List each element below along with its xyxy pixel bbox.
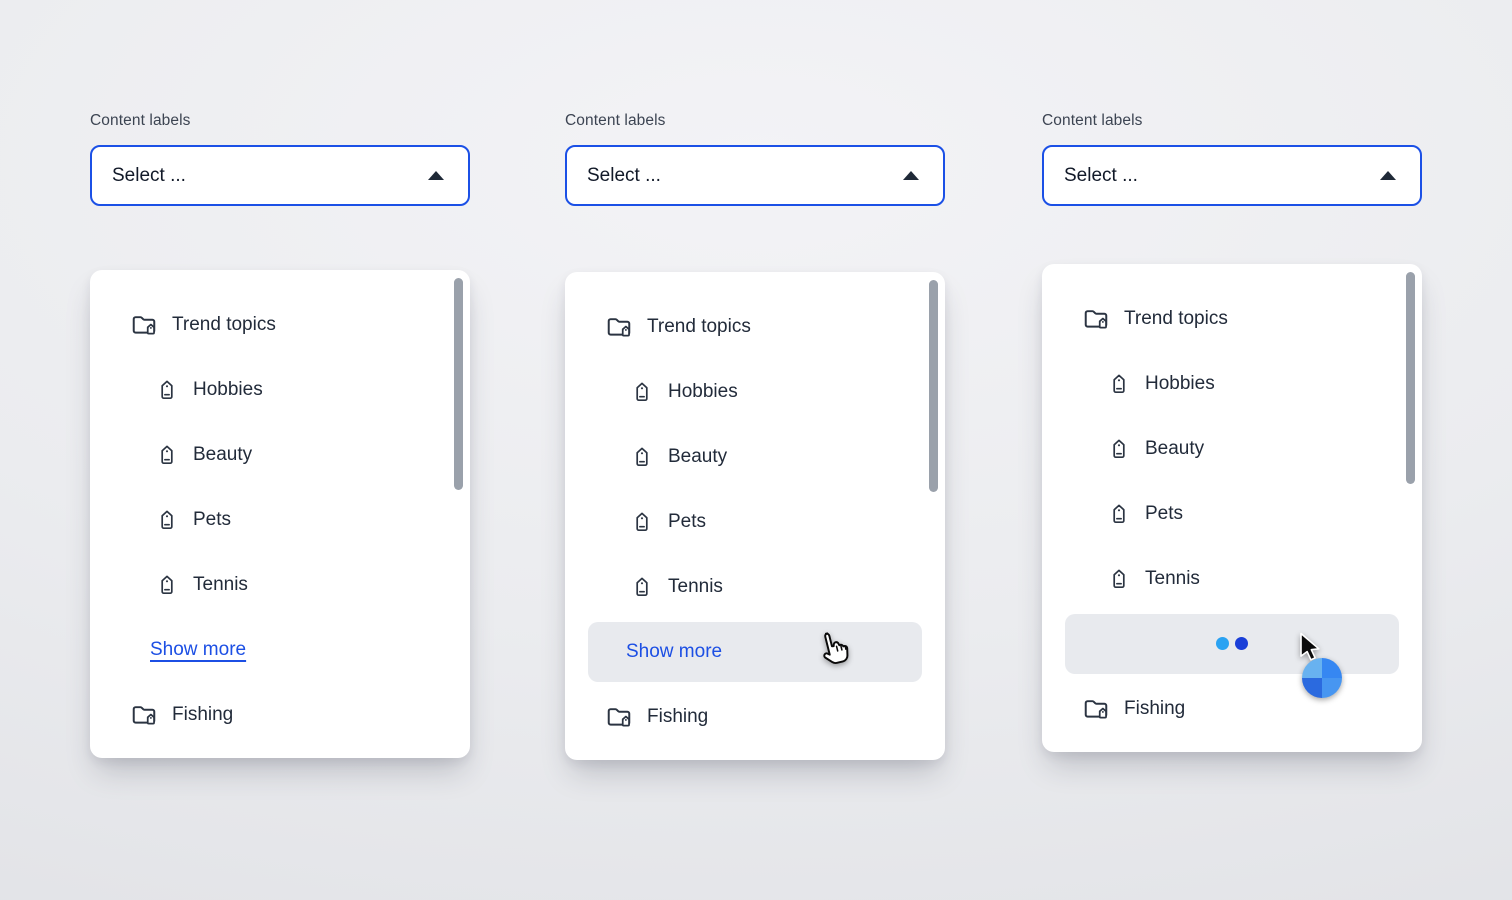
content-labels-widget-3: Content labels Select ... Trend topics H… [1042,112,1422,752]
list-item-tennis[interactable]: Tennis [1042,546,1422,611]
item-label: Trend topics [647,316,751,338]
tag-icon [1107,502,1145,526]
content-labels-widget-2: Content labels Select ... Trend topics H… [565,112,945,760]
folder-tag-icon [130,701,172,729]
list-item-hobbies[interactable]: Hobbies [1042,351,1422,416]
tag-icon [155,508,193,532]
item-label: Fishing [172,704,233,726]
list-item-fishing[interactable]: Fishing [90,682,470,747]
item-label: Hobbies [668,381,738,403]
dropdown-panel: Trend topics Hobbies Beauty Pets Tennis [1042,264,1422,752]
list-item-tennis[interactable]: Tennis [90,552,470,617]
folder-tag-icon [1082,695,1124,723]
loading-dots-icon [1216,637,1248,650]
list-item-hobbies[interactable]: Hobbies [90,357,470,422]
item-label: Hobbies [193,379,263,401]
list-item-beauty[interactable]: Beauty [1042,416,1422,481]
item-label: Tennis [1145,568,1200,590]
select-value: Select ... [112,165,186,187]
content-labels-select[interactable]: Select ... [565,145,945,206]
dropdown-list: Trend topics Hobbies Beauty Pets Tennis [1042,264,1422,741]
list-item-hobbies[interactable]: Hobbies [565,359,945,424]
caret-up-icon [1380,171,1396,180]
caret-up-icon [428,171,444,180]
tag-icon [1107,437,1145,461]
item-label: Beauty [668,446,727,468]
list-item-pets[interactable]: Pets [565,489,945,554]
folder-tag-icon [130,311,172,339]
tag-icon [155,573,193,597]
content-labels-widget-1: Content labels Select ... Trend topics H… [90,112,470,758]
item-label: Tennis [193,574,248,596]
dropdown-list: Trend topics Hobbies Beauty Pets Tennis … [565,272,945,749]
list-item-fishing[interactable]: Fishing [565,684,945,749]
list-item-pets[interactable]: Pets [1042,481,1422,546]
tag-icon [630,575,668,599]
dropdown-panel: Trend topics Hobbies Beauty Pets Tennis … [90,270,470,758]
folder-tag-icon [605,313,647,341]
field-label: Content labels [1042,112,1422,130]
item-label: Beauty [193,444,252,466]
folder-tag-icon [1082,305,1124,333]
tag-icon [630,510,668,534]
dropdown-list: Trend topics Hobbies Beauty Pets Tennis … [90,270,470,747]
list-item-beauty[interactable]: Beauty [565,424,945,489]
tag-icon [1107,372,1145,396]
scrollbar-thumb[interactable] [454,278,463,490]
list-item-fishing[interactable]: Fishing [1042,676,1422,741]
dropdown-panel: Trend topics Hobbies Beauty Pets Tennis … [565,272,945,760]
tag-icon [630,380,668,404]
tag-icon [1107,567,1145,591]
list-item-tennis[interactable]: Tennis [565,554,945,619]
content-labels-select[interactable]: Select ... [90,145,470,206]
item-label: Trend topics [172,314,276,336]
item-label: Pets [668,511,706,533]
tag-icon [630,445,668,469]
show-more-row: Show more [90,617,470,682]
item-label: Fishing [647,706,708,728]
item-label: Beauty [1145,438,1204,460]
show-more-link: Show more [626,641,722,663]
item-label: Pets [1145,503,1183,525]
show-more-button-hovered[interactable]: Show more [588,622,922,682]
tag-icon [155,443,193,467]
tag-icon [155,378,193,402]
show-more-row: Show more [565,619,945,684]
list-item-trend-topics[interactable]: Trend topics [90,292,470,357]
select-value: Select ... [1064,165,1138,187]
folder-tag-icon [605,703,647,731]
item-label: Pets [193,509,231,531]
caret-up-icon [903,171,919,180]
item-label: Trend topics [1124,308,1228,330]
field-label: Content labels [90,112,470,130]
scrollbar-thumb[interactable] [929,280,938,492]
list-item-trend-topics[interactable]: Trend topics [565,294,945,359]
show-more-row [1042,611,1422,676]
list-item-pets[interactable]: Pets [90,487,470,552]
item-label: Fishing [1124,698,1185,720]
item-label: Tennis [668,576,723,598]
show-more-link[interactable]: Show more [150,639,246,661]
show-more-loading-indicator [1065,614,1399,674]
item-label: Hobbies [1145,373,1215,395]
content-labels-select[interactable]: Select ... [1042,145,1422,206]
field-label: Content labels [565,112,945,130]
list-item-beauty[interactable]: Beauty [90,422,470,487]
scrollbar-thumb[interactable] [1406,272,1415,484]
select-value: Select ... [587,165,661,187]
list-item-trend-topics[interactable]: Trend topics [1042,286,1422,351]
